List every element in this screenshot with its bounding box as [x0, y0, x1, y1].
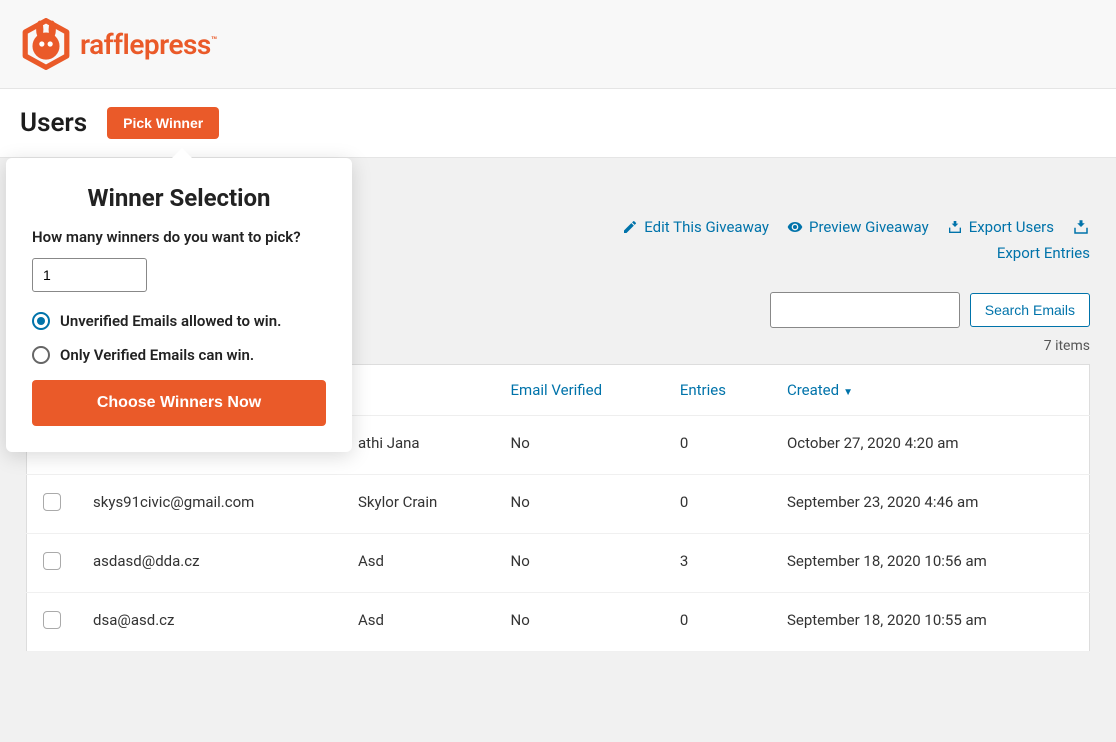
brand-name: rafflepress™: [80, 28, 217, 61]
col-name[interactable]: [342, 365, 495, 416]
cell-created: September 18, 2020 10:55 am: [771, 593, 1090, 652]
row-checkbox[interactable]: [43, 552, 61, 570]
cell-name: athi Jana: [342, 416, 495, 475]
popover-question: How many winners do you want to pick?: [32, 228, 326, 246]
row-checkbox[interactable]: [43, 493, 61, 511]
table-row: dsa@asd.czAsdNo0September 18, 2020 10:55…: [27, 593, 1090, 652]
cell-entries: 0: [664, 416, 771, 475]
cell-verified: No: [495, 593, 664, 652]
cell-name: Skylor Crain: [342, 475, 495, 534]
cell-created: October 27, 2020 4:20 am: [771, 416, 1090, 475]
cell-entries: 0: [664, 593, 771, 652]
export-entries-link[interactable]: Export Entries: [997, 244, 1090, 262]
table-row: skys91civic@gmail.comSkylor CrainNo0Sept…: [27, 475, 1090, 534]
radio-verified[interactable]: Only Verified Emails can win.: [32, 346, 326, 364]
cell-name: Asd: [342, 534, 495, 593]
radio-icon: [32, 312, 50, 330]
cell-verified: No: [495, 534, 664, 593]
rafflepress-icon: [20, 18, 72, 70]
table-row: asdasd@dda.czAsdNo3September 18, 2020 10…: [27, 534, 1090, 593]
radio-verified-label: Only Verified Emails can win.: [60, 346, 254, 364]
cell-email: skys91civic@gmail.com: [77, 475, 342, 534]
row-checkbox[interactable]: [43, 611, 61, 629]
export-icon: [1072, 218, 1090, 236]
radio-icon: [32, 346, 50, 364]
search-emails-button[interactable]: Search Emails: [970, 293, 1090, 327]
winner-count-input[interactable]: [32, 258, 147, 292]
col-entries[interactable]: Entries: [664, 365, 771, 416]
pick-winner-button[interactable]: Pick Winner: [107, 107, 219, 139]
top-bar: rafflepress™: [0, 0, 1116, 89]
popover-title: Winner Selection: [32, 184, 326, 212]
col-created[interactable]: Created▼: [771, 365, 1090, 416]
choose-winners-button[interactable]: Choose Winners Now: [32, 380, 326, 426]
brand-logo: rafflepress™: [20, 18, 1096, 70]
cell-entries: 0: [664, 475, 771, 534]
edit-giveaway-link[interactable]: Edit This Giveaway: [622, 218, 769, 236]
preview-giveaway-link[interactable]: Preview Giveaway: [787, 218, 929, 236]
eye-icon: [787, 219, 803, 235]
cell-email: dsa@asd.cz: [77, 593, 342, 652]
sort-caret-icon: ▼: [843, 387, 853, 398]
search-input[interactable]: [770, 292, 960, 328]
cell-entries: 3: [664, 534, 771, 593]
radio-unverified-label: Unverified Emails allowed to win.: [60, 312, 281, 330]
cell-name: Asd: [342, 593, 495, 652]
search-group: Search Emails: [770, 292, 1090, 328]
cell-created: September 18, 2020 10:56 am: [771, 534, 1090, 593]
content-area: Winner Selection How many winners do you…: [0, 158, 1116, 672]
page-title: Users: [20, 108, 87, 138]
radio-unverified[interactable]: Unverified Emails allowed to win.: [32, 312, 326, 330]
cell-verified: No: [495, 475, 664, 534]
pencil-icon: [622, 219, 638, 235]
cell-created: September 23, 2020 4:46 am: [771, 475, 1090, 534]
export-icon: [947, 219, 963, 235]
cell-verified: No: [495, 416, 664, 475]
col-email-verified[interactable]: Email Verified: [495, 365, 664, 416]
winner-selection-popover: Winner Selection How many winners do you…: [6, 158, 352, 452]
page-header: Users Pick Winner: [0, 89, 1116, 158]
cell-email: asdasd@dda.cz: [77, 534, 342, 593]
export-users-link[interactable]: Export Users: [947, 218, 1054, 236]
